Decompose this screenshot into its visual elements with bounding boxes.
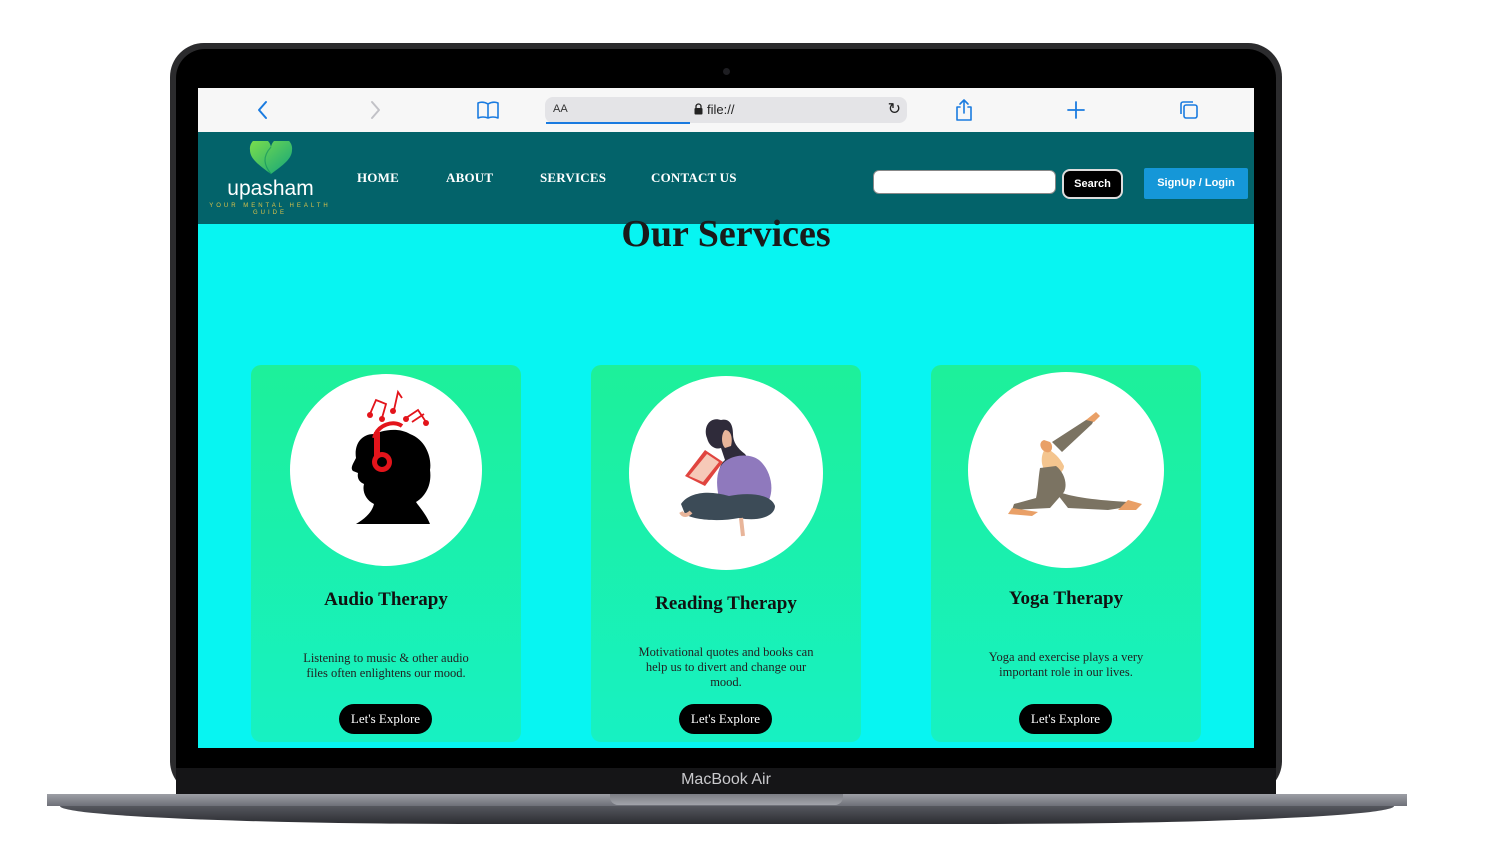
service-card-audio: Audio Therapy Listening to music & other…: [251, 365, 521, 742]
card-title: Yoga Therapy: [1008, 588, 1124, 609]
page-load-progress: [546, 122, 690, 124]
explore-button[interactable]: Let's Explore: [1019, 704, 1112, 734]
search-button[interactable]: Search: [1062, 169, 1123, 199]
reading-woman-image: [629, 376, 823, 570]
yoga-pose-image: [968, 372, 1164, 568]
url-text: file://: [707, 102, 735, 117]
laptop-base-bottom: [60, 806, 1394, 824]
bookmarks-icon[interactable]: [475, 97, 501, 123]
camera-icon: [723, 68, 730, 75]
card-description: Motivational quotes and books can help u…: [638, 645, 814, 689]
reload-icon[interactable]: ↻: [888, 99, 901, 118]
card-description: Yoga and exercise plays a very important…: [988, 650, 1144, 679]
forward-icon[interactable]: [362, 97, 388, 123]
nav-about[interactable]: ABOUT: [446, 170, 493, 186]
nav-services[interactable]: SERVICES: [540, 170, 606, 186]
explore-button[interactable]: Let's Explore: [339, 704, 432, 734]
service-card-reading: Reading Therapy Motivational quotes and …: [591, 365, 861, 742]
laptop-notch: [610, 794, 843, 805]
search-input[interactable]: [873, 170, 1056, 194]
site-logo-text[interactable]: upasham: [224, 177, 317, 201]
new-tab-icon[interactable]: [1063, 97, 1089, 123]
tabs-icon[interactable]: [1176, 97, 1202, 123]
browser-toolbar: AA file:// ↻: [198, 88, 1254, 132]
lock-icon: [694, 103, 703, 115]
headphones-silhouette-image: [290, 374, 482, 566]
address-bar[interactable]: AA file:// ↻: [545, 97, 907, 124]
nav-contact-us[interactable]: CONTACT US: [651, 170, 737, 186]
device-label: MacBook Air: [681, 771, 771, 788]
share-icon[interactable]: [951, 97, 977, 123]
service-card-yoga: Yoga Therapy Yoga and exercise plays a v…: [931, 365, 1201, 742]
heart-logo-icon[interactable]: [249, 141, 293, 175]
nav-home[interactable]: HOME: [357, 170, 399, 186]
signup-login-button[interactable]: SignUp / Login: [1144, 168, 1248, 199]
back-icon[interactable]: [250, 97, 276, 123]
card-title: Audio Therapy: [324, 589, 448, 610]
explore-button[interactable]: Let's Explore: [679, 704, 772, 734]
card-description: Listening to music & other audio files o…: [303, 651, 469, 680]
text-size-button[interactable]: AA: [553, 103, 568, 115]
screen: AA file:// ↻ upasham YOUR MENTAL HEALTH …: [198, 88, 1254, 748]
card-title: Reading Therapy: [655, 593, 797, 614]
page-title: Our Services: [621, 213, 831, 255]
